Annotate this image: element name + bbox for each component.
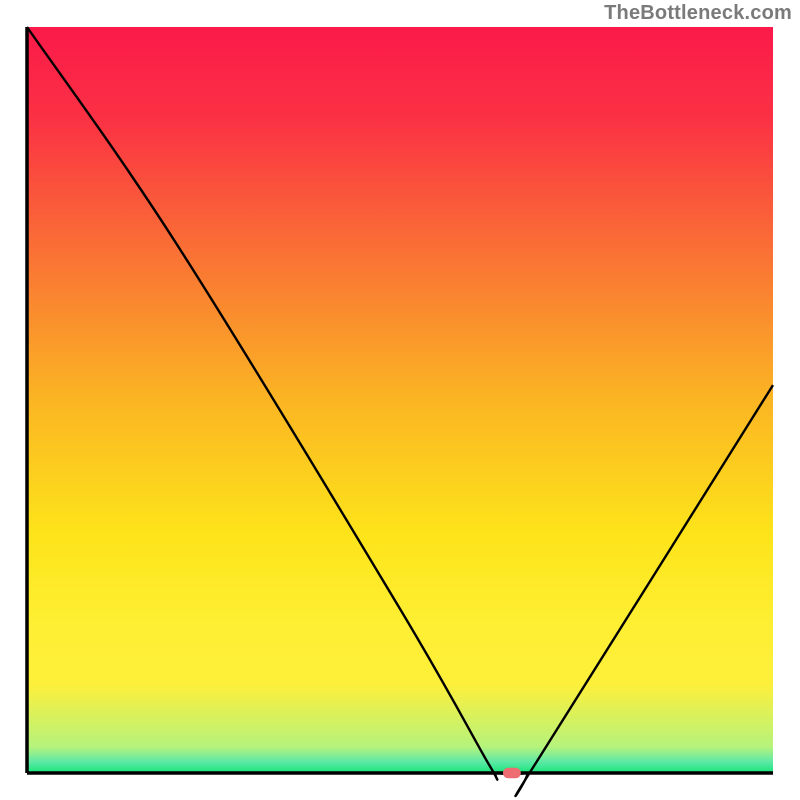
watermark-text: TheBottleneck.com bbox=[604, 2, 792, 25]
optimal-marker bbox=[503, 768, 521, 778]
chart-stage: TheBottleneck.com bbox=[0, 0, 800, 800]
plot-background bbox=[27, 27, 773, 773]
bottleneck-chart bbox=[0, 0, 800, 800]
